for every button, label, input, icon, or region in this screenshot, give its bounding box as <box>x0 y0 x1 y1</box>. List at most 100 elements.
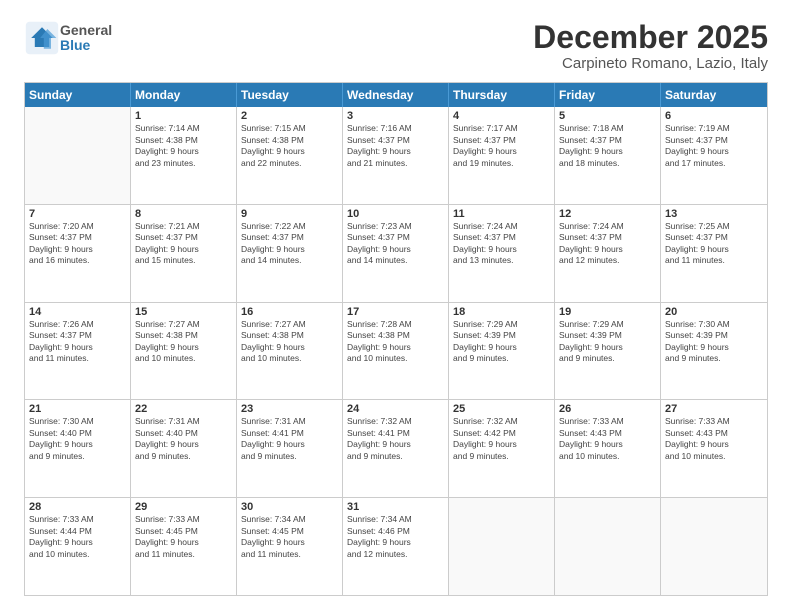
day-info: Sunrise: 7:30 AMSunset: 4:40 PMDaylight:… <box>29 416 126 462</box>
calendar-cell-2-3: 9Sunrise: 7:22 AMSunset: 4:37 PMDaylight… <box>237 205 343 302</box>
calendar-cell-5-6 <box>555 498 661 595</box>
day-number: 14 <box>29 306 126 318</box>
calendar-cell-2-2: 8Sunrise: 7:21 AMSunset: 4:37 PMDaylight… <box>131 205 237 302</box>
calendar-cell-1-3: 2Sunrise: 7:15 AMSunset: 4:38 PMDaylight… <box>237 107 343 204</box>
day-info: Sunrise: 7:31 AMSunset: 4:40 PMDaylight:… <box>135 416 232 462</box>
day-number: 10 <box>347 208 444 220</box>
calendar-cell-3-2: 15Sunrise: 7:27 AMSunset: 4:38 PMDayligh… <box>131 303 237 400</box>
header: General Blue December 2025 Carpineto Rom… <box>24 20 768 72</box>
day-info: Sunrise: 7:29 AMSunset: 4:39 PMDaylight:… <box>453 319 550 365</box>
day-info: Sunrise: 7:34 AMSunset: 4:45 PMDaylight:… <box>241 514 338 560</box>
day-number: 18 <box>453 306 550 318</box>
day-info: Sunrise: 7:31 AMSunset: 4:41 PMDaylight:… <box>241 416 338 462</box>
calendar-cell-4-4: 24Sunrise: 7:32 AMSunset: 4:41 PMDayligh… <box>343 400 449 497</box>
calendar-cell-4-2: 22Sunrise: 7:31 AMSunset: 4:40 PMDayligh… <box>131 400 237 497</box>
calendar-cell-3-6: 19Sunrise: 7:29 AMSunset: 4:39 PMDayligh… <box>555 303 661 400</box>
day-number: 29 <box>135 501 232 513</box>
calendar-cell-3-4: 17Sunrise: 7:28 AMSunset: 4:38 PMDayligh… <box>343 303 449 400</box>
calendar-cell-4-7: 27Sunrise: 7:33 AMSunset: 4:43 PMDayligh… <box>661 400 767 497</box>
day-info: Sunrise: 7:14 AMSunset: 4:38 PMDaylight:… <box>135 123 232 169</box>
calendar-week-1: 1Sunrise: 7:14 AMSunset: 4:38 PMDaylight… <box>25 107 767 205</box>
day-number: 20 <box>665 306 763 318</box>
calendar-cell-4-5: 25Sunrise: 7:32 AMSunset: 4:42 PMDayligh… <box>449 400 555 497</box>
day-number: 27 <box>665 403 763 415</box>
calendar-cell-1-2: 1Sunrise: 7:14 AMSunset: 4:38 PMDaylight… <box>131 107 237 204</box>
day-number: 1 <box>135 110 232 122</box>
calendar-cell-4-3: 23Sunrise: 7:31 AMSunset: 4:41 PMDayligh… <box>237 400 343 497</box>
day-info: Sunrise: 7:21 AMSunset: 4:37 PMDaylight:… <box>135 221 232 267</box>
calendar-cell-2-1: 7Sunrise: 7:20 AMSunset: 4:37 PMDaylight… <box>25 205 131 302</box>
calendar-cell-1-5: 4Sunrise: 7:17 AMSunset: 4:37 PMDaylight… <box>449 107 555 204</box>
day-number: 19 <box>559 306 656 318</box>
day-info: Sunrise: 7:28 AMSunset: 4:38 PMDaylight:… <box>347 319 444 365</box>
day-info: Sunrise: 7:16 AMSunset: 4:37 PMDaylight:… <box>347 123 444 169</box>
header-day-sunday: Sunday <box>25 83 131 107</box>
calendar-cell-2-4: 10Sunrise: 7:23 AMSunset: 4:37 PMDayligh… <box>343 205 449 302</box>
day-info: Sunrise: 7:23 AMSunset: 4:37 PMDaylight:… <box>347 221 444 267</box>
day-number: 16 <box>241 306 338 318</box>
day-number: 24 <box>347 403 444 415</box>
day-number: 22 <box>135 403 232 415</box>
logo-blue: Blue <box>60 38 112 53</box>
calendar-cell-3-3: 16Sunrise: 7:27 AMSunset: 4:38 PMDayligh… <box>237 303 343 400</box>
day-number: 15 <box>135 306 232 318</box>
day-number: 31 <box>347 501 444 513</box>
calendar-cell-5-5 <box>449 498 555 595</box>
day-info: Sunrise: 7:33 AMSunset: 4:44 PMDaylight:… <box>29 514 126 560</box>
day-info: Sunrise: 7:24 AMSunset: 4:37 PMDaylight:… <box>453 221 550 267</box>
calendar-cell-3-1: 14Sunrise: 7:26 AMSunset: 4:37 PMDayligh… <box>25 303 131 400</box>
day-info: Sunrise: 7:18 AMSunset: 4:37 PMDaylight:… <box>559 123 656 169</box>
day-number: 30 <box>241 501 338 513</box>
calendar-cell-2-5: 11Sunrise: 7:24 AMSunset: 4:37 PMDayligh… <box>449 205 555 302</box>
header-day-saturday: Saturday <box>661 83 767 107</box>
day-info: Sunrise: 7:17 AMSunset: 4:37 PMDaylight:… <box>453 123 550 169</box>
calendar-header: SundayMondayTuesdayWednesdayThursdayFrid… <box>25 83 767 107</box>
day-info: Sunrise: 7:27 AMSunset: 4:38 PMDaylight:… <box>241 319 338 365</box>
day-number: 5 <box>559 110 656 122</box>
day-info: Sunrise: 7:22 AMSunset: 4:37 PMDaylight:… <box>241 221 338 267</box>
calendar-body: 1Sunrise: 7:14 AMSunset: 4:38 PMDaylight… <box>25 107 767 595</box>
day-info: Sunrise: 7:25 AMSunset: 4:37 PMDaylight:… <box>665 221 763 267</box>
day-number: 3 <box>347 110 444 122</box>
day-number: 25 <box>453 403 550 415</box>
day-info: Sunrise: 7:24 AMSunset: 4:37 PMDaylight:… <box>559 221 656 267</box>
header-day-thursday: Thursday <box>449 83 555 107</box>
page: General Blue December 2025 Carpineto Rom… <box>0 0 792 612</box>
header-day-wednesday: Wednesday <box>343 83 449 107</box>
day-number: 7 <box>29 208 126 220</box>
day-info: Sunrise: 7:26 AMSunset: 4:37 PMDaylight:… <box>29 319 126 365</box>
day-number: 8 <box>135 208 232 220</box>
day-number: 4 <box>453 110 550 122</box>
calendar-cell-1-6: 5Sunrise: 7:18 AMSunset: 4:37 PMDaylight… <box>555 107 661 204</box>
calendar-cell-3-5: 18Sunrise: 7:29 AMSunset: 4:39 PMDayligh… <box>449 303 555 400</box>
calendar-week-4: 21Sunrise: 7:30 AMSunset: 4:40 PMDayligh… <box>25 400 767 498</box>
calendar-week-2: 7Sunrise: 7:20 AMSunset: 4:37 PMDaylight… <box>25 205 767 303</box>
calendar-cell-4-6: 26Sunrise: 7:33 AMSunset: 4:43 PMDayligh… <box>555 400 661 497</box>
calendar-cell-5-4: 31Sunrise: 7:34 AMSunset: 4:46 PMDayligh… <box>343 498 449 595</box>
day-info: Sunrise: 7:15 AMSunset: 4:38 PMDaylight:… <box>241 123 338 169</box>
calendar-cell-5-7 <box>661 498 767 595</box>
month-year-title: December 2025 <box>533 20 768 55</box>
logo-general: General <box>60 23 112 38</box>
day-info: Sunrise: 7:20 AMSunset: 4:37 PMDaylight:… <box>29 221 126 267</box>
logo: General Blue <box>24 20 112 56</box>
logo-text: General Blue <box>60 23 112 54</box>
day-info: Sunrise: 7:30 AMSunset: 4:39 PMDaylight:… <box>665 319 763 365</box>
day-info: Sunrise: 7:33 AMSunset: 4:43 PMDaylight:… <box>665 416 763 462</box>
day-number: 28 <box>29 501 126 513</box>
day-info: Sunrise: 7:32 AMSunset: 4:41 PMDaylight:… <box>347 416 444 462</box>
day-info: Sunrise: 7:27 AMSunset: 4:38 PMDaylight:… <box>135 319 232 365</box>
calendar-cell-5-2: 29Sunrise: 7:33 AMSunset: 4:45 PMDayligh… <box>131 498 237 595</box>
header-day-monday: Monday <box>131 83 237 107</box>
day-number: 12 <box>559 208 656 220</box>
day-number: 11 <box>453 208 550 220</box>
calendar-week-3: 14Sunrise: 7:26 AMSunset: 4:37 PMDayligh… <box>25 303 767 401</box>
calendar-cell-3-7: 20Sunrise: 7:30 AMSunset: 4:39 PMDayligh… <box>661 303 767 400</box>
day-number: 6 <box>665 110 763 122</box>
day-number: 17 <box>347 306 444 318</box>
calendar-week-5: 28Sunrise: 7:33 AMSunset: 4:44 PMDayligh… <box>25 498 767 595</box>
calendar-cell-5-3: 30Sunrise: 7:34 AMSunset: 4:45 PMDayligh… <box>237 498 343 595</box>
calendar-cell-1-7: 6Sunrise: 7:19 AMSunset: 4:37 PMDaylight… <box>661 107 767 204</box>
day-info: Sunrise: 7:29 AMSunset: 4:39 PMDaylight:… <box>559 319 656 365</box>
day-number: 13 <box>665 208 763 220</box>
